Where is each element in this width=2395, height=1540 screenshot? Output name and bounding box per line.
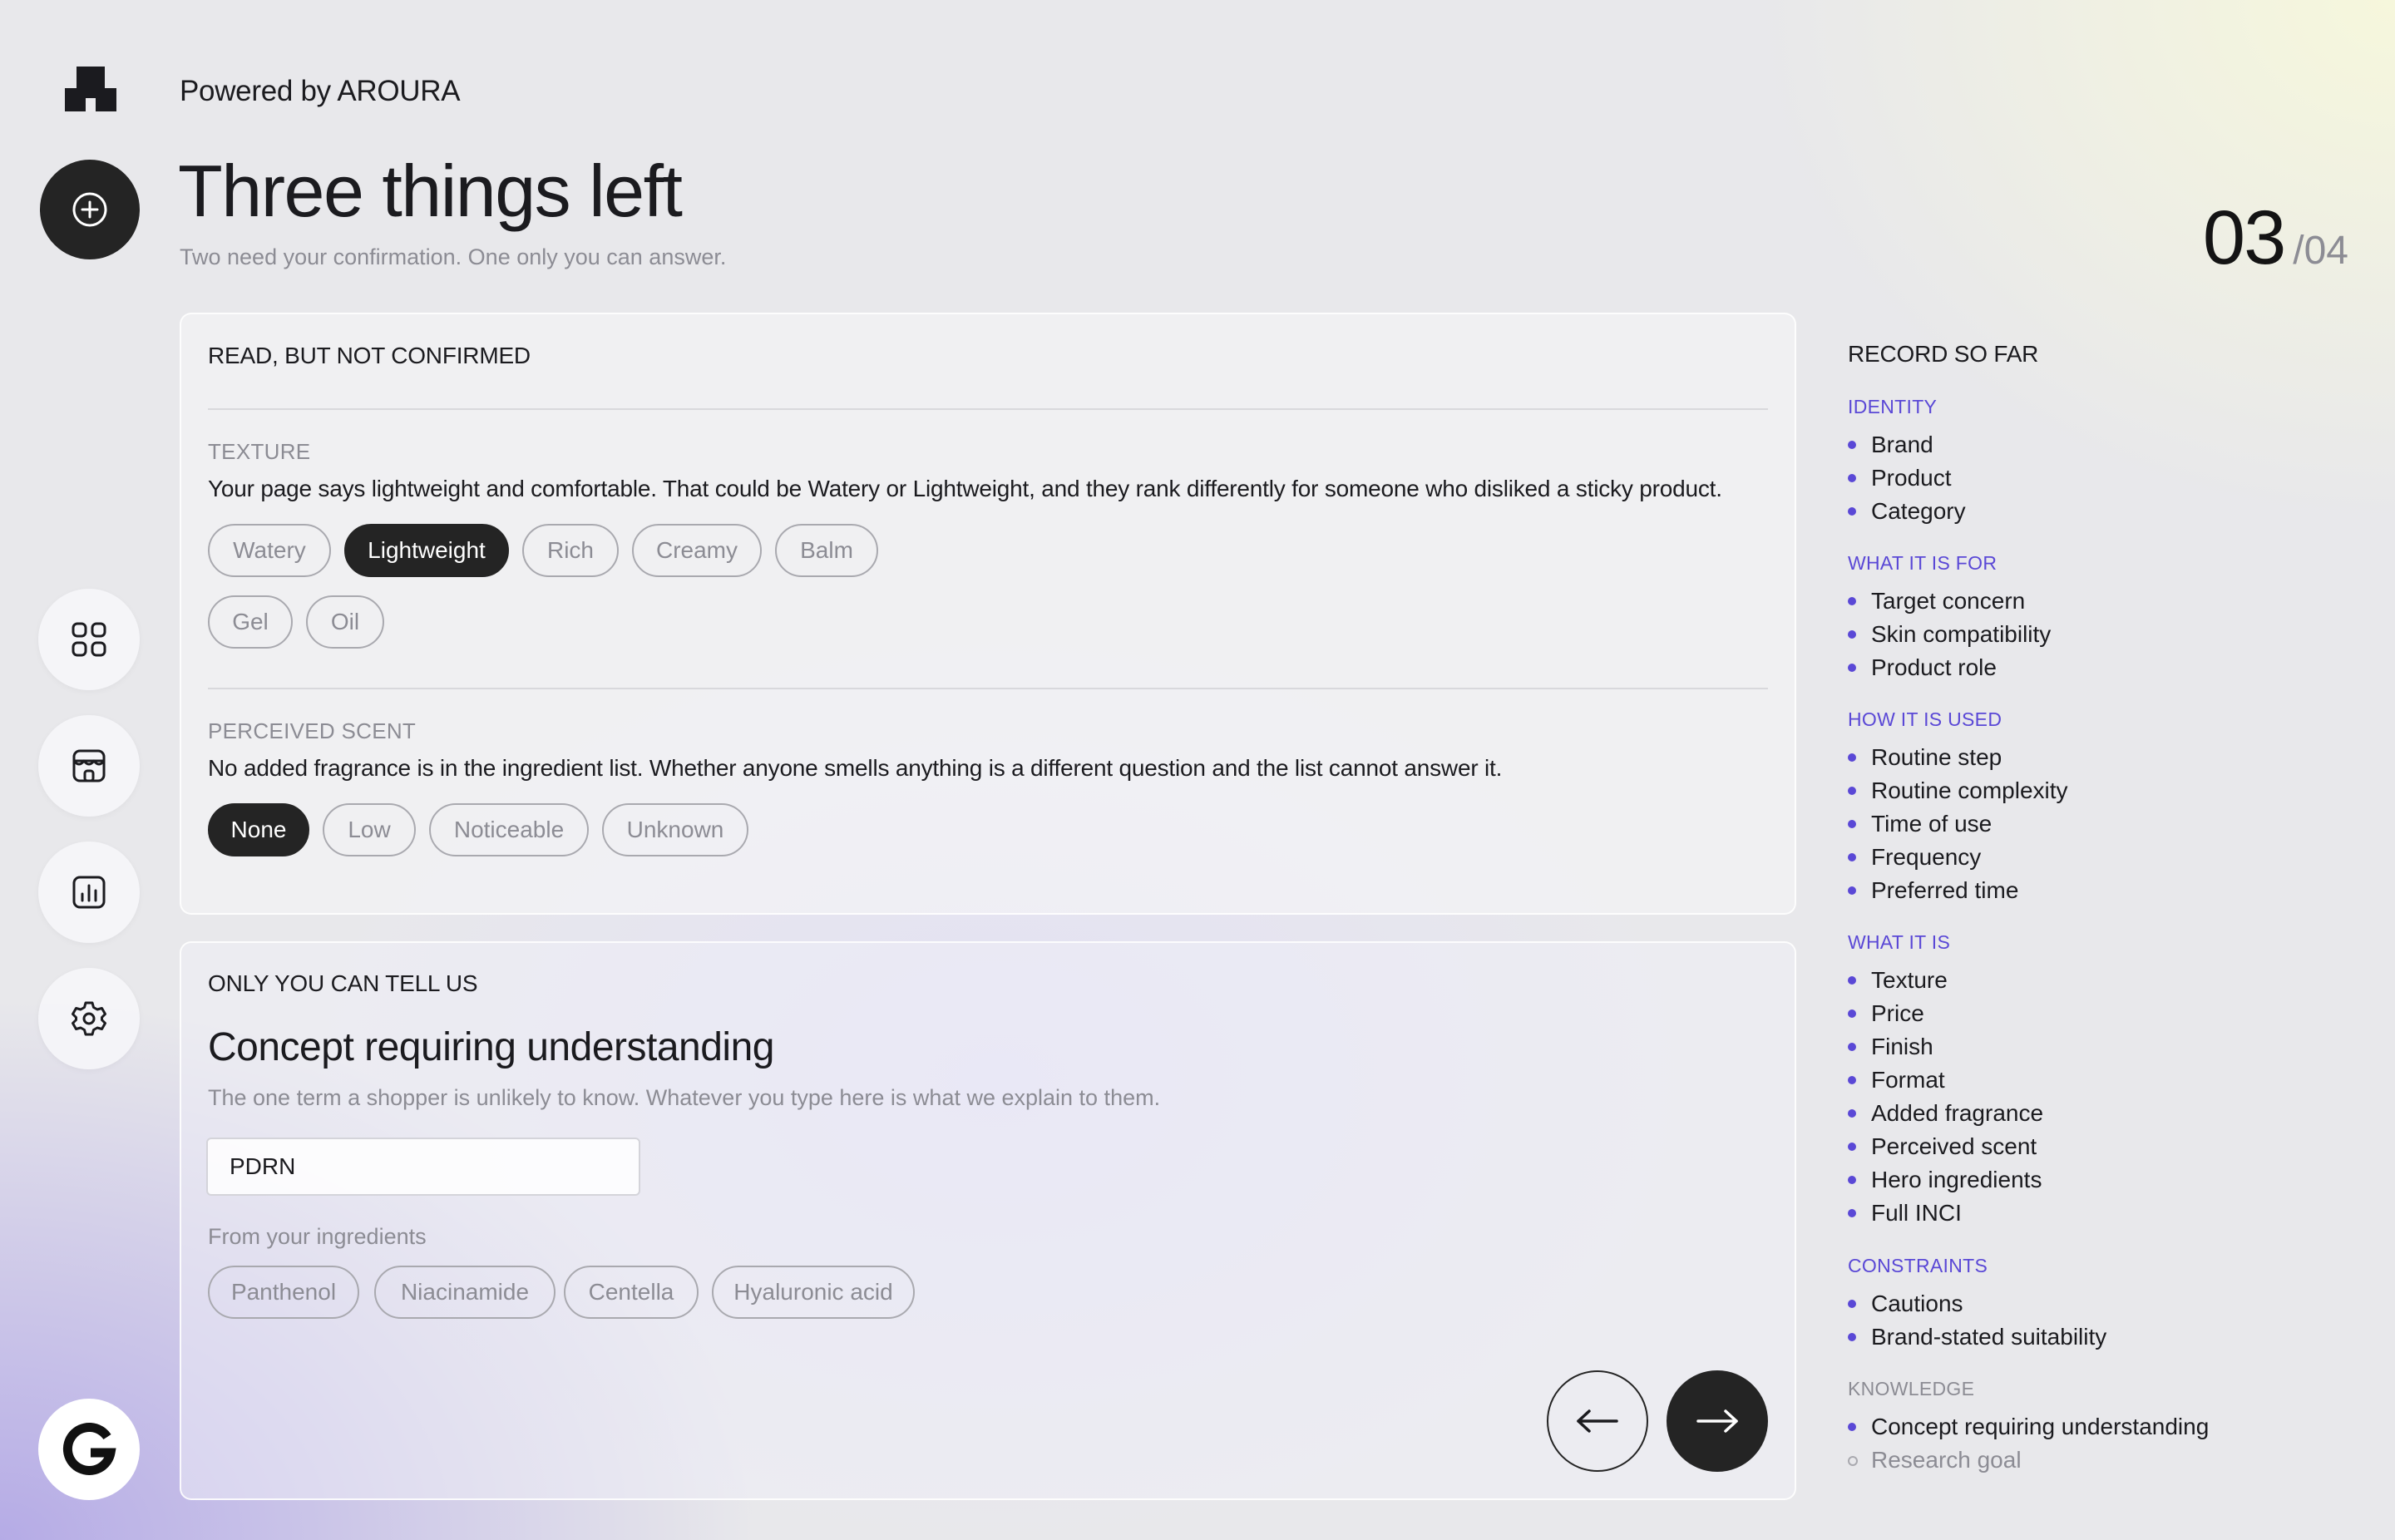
- record-item: Routine step: [1848, 741, 2068, 774]
- store-icon: [72, 749, 106, 782]
- scent-description: No added fragrance is in the ingredient …: [208, 755, 1503, 781]
- from-ingredients-label: From your ingredients: [208, 1224, 427, 1249]
- record-group-purpose: WHAT IT IS FOR Target concern Skin compa…: [1848, 552, 2051, 684]
- suggestion-chip-niacinamide[interactable]: Niacinamide: [374, 1266, 556, 1319]
- sidebar-store-button[interactable]: [38, 715, 140, 817]
- step-counter: 03 /04: [2203, 200, 2348, 276]
- record-item: Preferred time: [1848, 874, 2068, 907]
- record-item: Brand: [1848, 428, 1966, 462]
- sidebar-settings-button[interactable]: [38, 968, 140, 1069]
- record-item: Frequency: [1848, 841, 2068, 874]
- texture-option-rich[interactable]: Rich: [522, 524, 619, 577]
- texture-option-balm[interactable]: Balm: [775, 524, 878, 577]
- record-group-identity: IDENTITY Brand Product Category: [1848, 396, 1966, 528]
- knowledge-question-title: Concept requiring understanding: [208, 1025, 774, 1069]
- record-item: Skin compatibility: [1848, 618, 2051, 651]
- page-subtitle: Two need your confirmation. One only you…: [180, 244, 727, 269]
- record-item: Brand-stated suitability: [1848, 1320, 2106, 1354]
- record-group-title: WHAT IT IS FOR: [1848, 552, 1997, 574]
- record-group-title: WHAT IT IS: [1848, 931, 1951, 953]
- knowledge-question-description: The one term a shopper is unlikely to kn…: [208, 1085, 1161, 1110]
- record-item: Product: [1848, 462, 1966, 495]
- record-item: Target concern: [1848, 585, 2051, 618]
- record-item: Cautions: [1848, 1287, 2106, 1320]
- record-item: Category: [1848, 495, 1966, 528]
- record-item: Texture: [1848, 964, 2043, 997]
- plus-circle-icon: [72, 192, 107, 227]
- texture-description: Your page says lightweight and comfortab…: [208, 476, 1722, 501]
- record-group-knowledge: KNOWLEDGE Concept requiring understandin…: [1848, 1378, 2209, 1477]
- record-group-title: IDENTITY: [1848, 396, 1938, 417]
- scent-option-low[interactable]: Low: [323, 803, 416, 856]
- arrow-right-icon: [1696, 1409, 1738, 1433]
- suggestion-chip-centella[interactable]: Centella: [564, 1266, 699, 1319]
- record-item: Full INCI: [1848, 1197, 2043, 1230]
- confirmation-heading: READ, BUT NOT CONFIRMED: [208, 343, 531, 368]
- record-group-constraints: CONSTRAINTS Cautions Brand-stated suitab…: [1848, 1255, 2106, 1354]
- record-item-pending: Research goal: [1848, 1444, 2209, 1477]
- confirmation-card: [180, 313, 1796, 915]
- record-item: Product role: [1848, 651, 2051, 684]
- step-total: /04: [2293, 229, 2348, 273]
- scent-label: PERCEIVED SCENT: [208, 718, 417, 743]
- powered-by-label: Powered by AROURA: [180, 75, 461, 107]
- record-item: Hero ingredients: [1848, 1163, 2043, 1197]
- knowledge-heading: ONLY YOU CAN TELL US: [208, 970, 478, 996]
- texture-option-creamy[interactable]: Creamy: [632, 524, 762, 577]
- back-button[interactable]: [1547, 1370, 1648, 1472]
- texture-option-gel[interactable]: Gel: [208, 595, 293, 649]
- record-item: Finish: [1848, 1030, 2043, 1064]
- next-button[interactable]: [1667, 1370, 1768, 1472]
- page-title: Three things left: [178, 150, 683, 232]
- texture-label: TEXTURE: [208, 439, 311, 464]
- record-group-title: KNOWLEDGE: [1848, 1378, 1975, 1399]
- record-item: Price: [1848, 997, 2043, 1030]
- scent-option-unknown[interactable]: Unknown: [602, 803, 748, 856]
- record-item: Perceived scent: [1848, 1130, 2043, 1163]
- sidebar-analytics-button[interactable]: [38, 842, 140, 943]
- grid-icon: [72, 622, 106, 657]
- texture-option-lightweight[interactable]: Lightweight: [344, 524, 509, 577]
- record-group-title: CONSTRAINTS: [1848, 1255, 1988, 1276]
- record-group-title: HOW IT IS USED: [1848, 708, 2002, 730]
- gear-icon: [72, 1001, 106, 1036]
- record-item: Format: [1848, 1064, 2043, 1097]
- concept-input[interactable]: [206, 1138, 640, 1196]
- suggestion-chip-hyaluronic-acid[interactable]: Hyaluronic acid: [712, 1266, 915, 1319]
- record-heading: RECORD SO FAR: [1848, 341, 2039, 367]
- step-current: 03: [2202, 195, 2286, 280]
- record-item: Routine complexity: [1848, 774, 2068, 807]
- google-account-button[interactable]: [38, 1399, 140, 1500]
- chart-icon: [72, 876, 106, 909]
- aroura-logo-icon: [65, 67, 116, 111]
- texture-option-oil[interactable]: Oil: [306, 595, 384, 649]
- google-g-icon: [62, 1422, 116, 1475]
- record-item: Time of use: [1848, 807, 2068, 841]
- divider: [208, 688, 1768, 689]
- sidebar-grid-button[interactable]: [38, 589, 140, 690]
- scent-option-noticeable[interactable]: Noticeable: [429, 803, 589, 856]
- add-button[interactable]: [40, 160, 140, 259]
- divider: [208, 408, 1768, 410]
- record-item: Concept requiring understanding: [1848, 1410, 2209, 1444]
- record-group-usage: HOW IT IS USED Routine step Routine comp…: [1848, 708, 2068, 907]
- scent-option-none[interactable]: None: [208, 803, 309, 856]
- texture-option-watery[interactable]: Watery: [208, 524, 331, 577]
- record-item: Added fragrance: [1848, 1097, 2043, 1130]
- record-group-what-it-is: WHAT IT IS Texture Price Finish Format A…: [1848, 931, 2043, 1230]
- arrow-left-icon: [1577, 1409, 1618, 1433]
- suggestion-chip-panthenol[interactable]: Panthenol: [208, 1266, 359, 1319]
